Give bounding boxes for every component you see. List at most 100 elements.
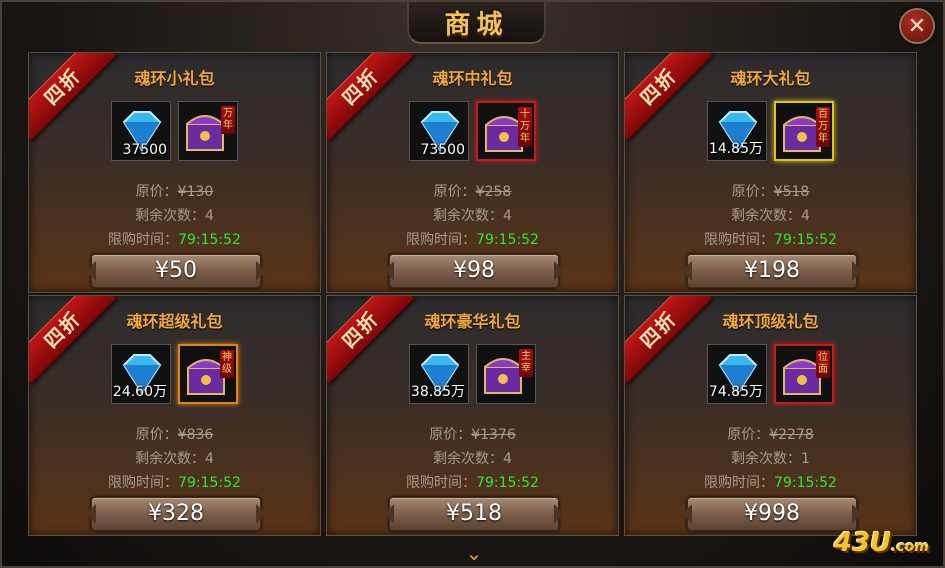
buy-button[interactable]: ¥50 xyxy=(91,254,261,288)
original-price-row: 原价：¥2278 xyxy=(625,424,916,444)
original-price-label: 原价： xyxy=(731,184,774,200)
buy-button[interactable]: ¥98 xyxy=(389,254,559,288)
chest-slot[interactable]: 主宰 xyxy=(476,344,536,404)
time-limit-label: 限购时间： xyxy=(406,475,477,491)
countdown-timer: 79:15:52 xyxy=(774,232,837,248)
window-title: 商城 xyxy=(407,2,546,44)
gem-quantity: 38.85万 xyxy=(410,384,465,400)
time-limit-label: 限购时间： xyxy=(406,232,477,248)
remaining-row: 剩余次数：1 xyxy=(625,448,916,468)
remaining-value: 4 xyxy=(205,451,214,467)
gem-quantity: 14.85万 xyxy=(708,141,763,157)
pack-card: 四折 魂环中礼包 73500 十万年 原价：¥258 剩余次数：4 限购时间：7… xyxy=(326,52,619,293)
close-button[interactable]: ✕ xyxy=(899,8,935,44)
tier-badge: 十万年 xyxy=(518,107,532,147)
original-price-value: ¥518 xyxy=(774,184,810,200)
original-price-value: ¥2278 xyxy=(769,427,814,443)
gem-slot[interactable]: 24.60万 xyxy=(111,344,171,404)
original-price-value: ¥1376 xyxy=(471,427,516,443)
remaining-label: 剩余次数： xyxy=(731,451,802,467)
original-price-label: 原价： xyxy=(135,427,178,443)
gem-quantity: 37500 xyxy=(122,142,167,158)
chest-slot[interactable]: 十万年 xyxy=(476,101,536,161)
pack-title: 魂环大礼包 xyxy=(730,69,811,88)
pack-card: 四折 魂环超级礼包 24.60万 神级 原价：¥836 剩余次数：4 限购时间：… xyxy=(28,295,321,536)
original-price-row: 原价：¥130 xyxy=(29,181,320,201)
pack-card: 四折 魂环豪华礼包 38.85万 主宰 原价：¥1376 剩余次数：4 限购时间… xyxy=(326,295,619,536)
scroll-down-arrow-icon[interactable]: ⌄ xyxy=(459,542,489,564)
remaining-label: 剩余次数： xyxy=(135,451,206,467)
chest-slot[interactable]: 位面 xyxy=(774,344,834,404)
watermark-text: 43U xyxy=(833,528,892,558)
gem-slot[interactable]: 74.85万 xyxy=(707,344,767,404)
time-limit-row: 限购时间：79:15:52 xyxy=(327,472,618,492)
site-watermark: 43U.com xyxy=(834,528,929,558)
original-price-label: 原价： xyxy=(727,427,770,443)
original-price-amount: 518 xyxy=(782,184,810,200)
time-limit-row: 限购时间：79:15:52 xyxy=(625,229,916,249)
pack-card: 四折 魂环小礼包 37500 万年 原价：¥130 剩余次数：4 限购时间：79… xyxy=(28,52,321,293)
remaining-value: 4 xyxy=(503,208,512,224)
gem-slot[interactable]: 38.85万 xyxy=(409,344,469,404)
chest-slot[interactable]: 百万年 xyxy=(774,101,834,161)
gem-slot[interactable]: 14.85万 xyxy=(707,101,767,161)
chest-slot[interactable]: 万年 xyxy=(178,101,238,161)
currency-symbol: ¥ xyxy=(769,427,779,443)
original-price-row: 原价：¥518 xyxy=(625,181,916,201)
time-limit-row: 限购时间：79:15:52 xyxy=(327,229,618,249)
currency-symbol: ¥ xyxy=(177,427,187,443)
pack-title: 魂环超级礼包 xyxy=(126,312,223,331)
time-limit-row: 限购时间：79:15:52 xyxy=(29,229,320,249)
time-limit-label: 限购时间： xyxy=(704,475,775,491)
original-price-amount: 836 xyxy=(186,427,214,443)
original-price-value: ¥836 xyxy=(178,427,214,443)
original-price-amount: 130 xyxy=(186,184,214,200)
buy-button[interactable]: ¥998 xyxy=(687,497,857,531)
tier-badge: 主宰 xyxy=(519,349,533,377)
time-limit-label: 限购时间： xyxy=(108,232,179,248)
currency-symbol: ¥ xyxy=(773,184,783,200)
watermark-suffix: .com xyxy=(891,539,929,555)
time-limit-label: 限购时间： xyxy=(108,475,179,491)
buy-button[interactable]: ¥518 xyxy=(389,497,559,531)
pack-title: 魂环小礼包 xyxy=(134,69,215,88)
remaining-row: 剩余次数：4 xyxy=(327,205,618,225)
original-price-label: 原价： xyxy=(429,427,472,443)
currency-symbol: ¥ xyxy=(475,184,485,200)
remaining-value: 4 xyxy=(801,208,810,224)
remaining-value: 4 xyxy=(205,208,214,224)
pack-card: 四折 魂环顶级礼包 74.85万 位面 原价：¥2278 剩余次数：1 限购时间… xyxy=(624,295,917,536)
currency-symbol: ¥ xyxy=(471,427,481,443)
gem-slot[interactable]: 73500 xyxy=(409,101,469,161)
shop-window: 商城 ✕ 四折 魂环小礼包 37500 万年 原价：¥130 剩余次数：4 限购… xyxy=(0,0,945,568)
tier-badge: 万年 xyxy=(221,106,235,134)
gem-quantity: 73500 xyxy=(420,142,465,158)
time-limit-row: 限购时间：79:15:52 xyxy=(29,472,320,492)
original-price-row: 原价：¥258 xyxy=(327,181,618,201)
countdown-timer: 79:15:52 xyxy=(476,475,539,491)
gem-quantity: 74.85万 xyxy=(708,384,763,400)
time-limit-label: 限购时间： xyxy=(704,232,775,248)
buy-button[interactable]: ¥198 xyxy=(687,254,857,288)
buy-button[interactable]: ¥328 xyxy=(91,497,261,531)
gem-slot[interactable]: 37500 xyxy=(111,101,171,161)
chest-slot[interactable]: 神级 xyxy=(178,344,238,404)
remaining-label: 剩余次数： xyxy=(135,208,206,224)
pack-grid: 四折 魂环小礼包 37500 万年 原价：¥130 剩余次数：4 限购时间：79… xyxy=(28,52,917,536)
remaining-row: 剩余次数：4 xyxy=(29,205,320,225)
currency-symbol: ¥ xyxy=(177,184,187,200)
remaining-row: 剩余次数：4 xyxy=(327,448,618,468)
original-price-row: 原价：¥1376 xyxy=(327,424,618,444)
countdown-timer: 79:15:52 xyxy=(178,475,241,491)
remaining-label: 剩余次数： xyxy=(731,208,802,224)
remaining-row: 剩余次数：4 xyxy=(625,205,916,225)
original-price-label: 原价： xyxy=(135,184,178,200)
countdown-timer: 79:15:52 xyxy=(774,475,837,491)
original-price-amount: 258 xyxy=(484,184,512,200)
tier-badge: 位面 xyxy=(816,350,830,378)
remaining-label: 剩余次数： xyxy=(433,208,504,224)
remaining-value: 4 xyxy=(503,451,512,467)
remaining-label: 剩余次数： xyxy=(433,451,504,467)
original-price-amount: 2278 xyxy=(778,427,814,443)
pack-card: 四折 魂环大礼包 14.85万 百万年 原价：¥518 剩余次数：4 限购时间：… xyxy=(624,52,917,293)
